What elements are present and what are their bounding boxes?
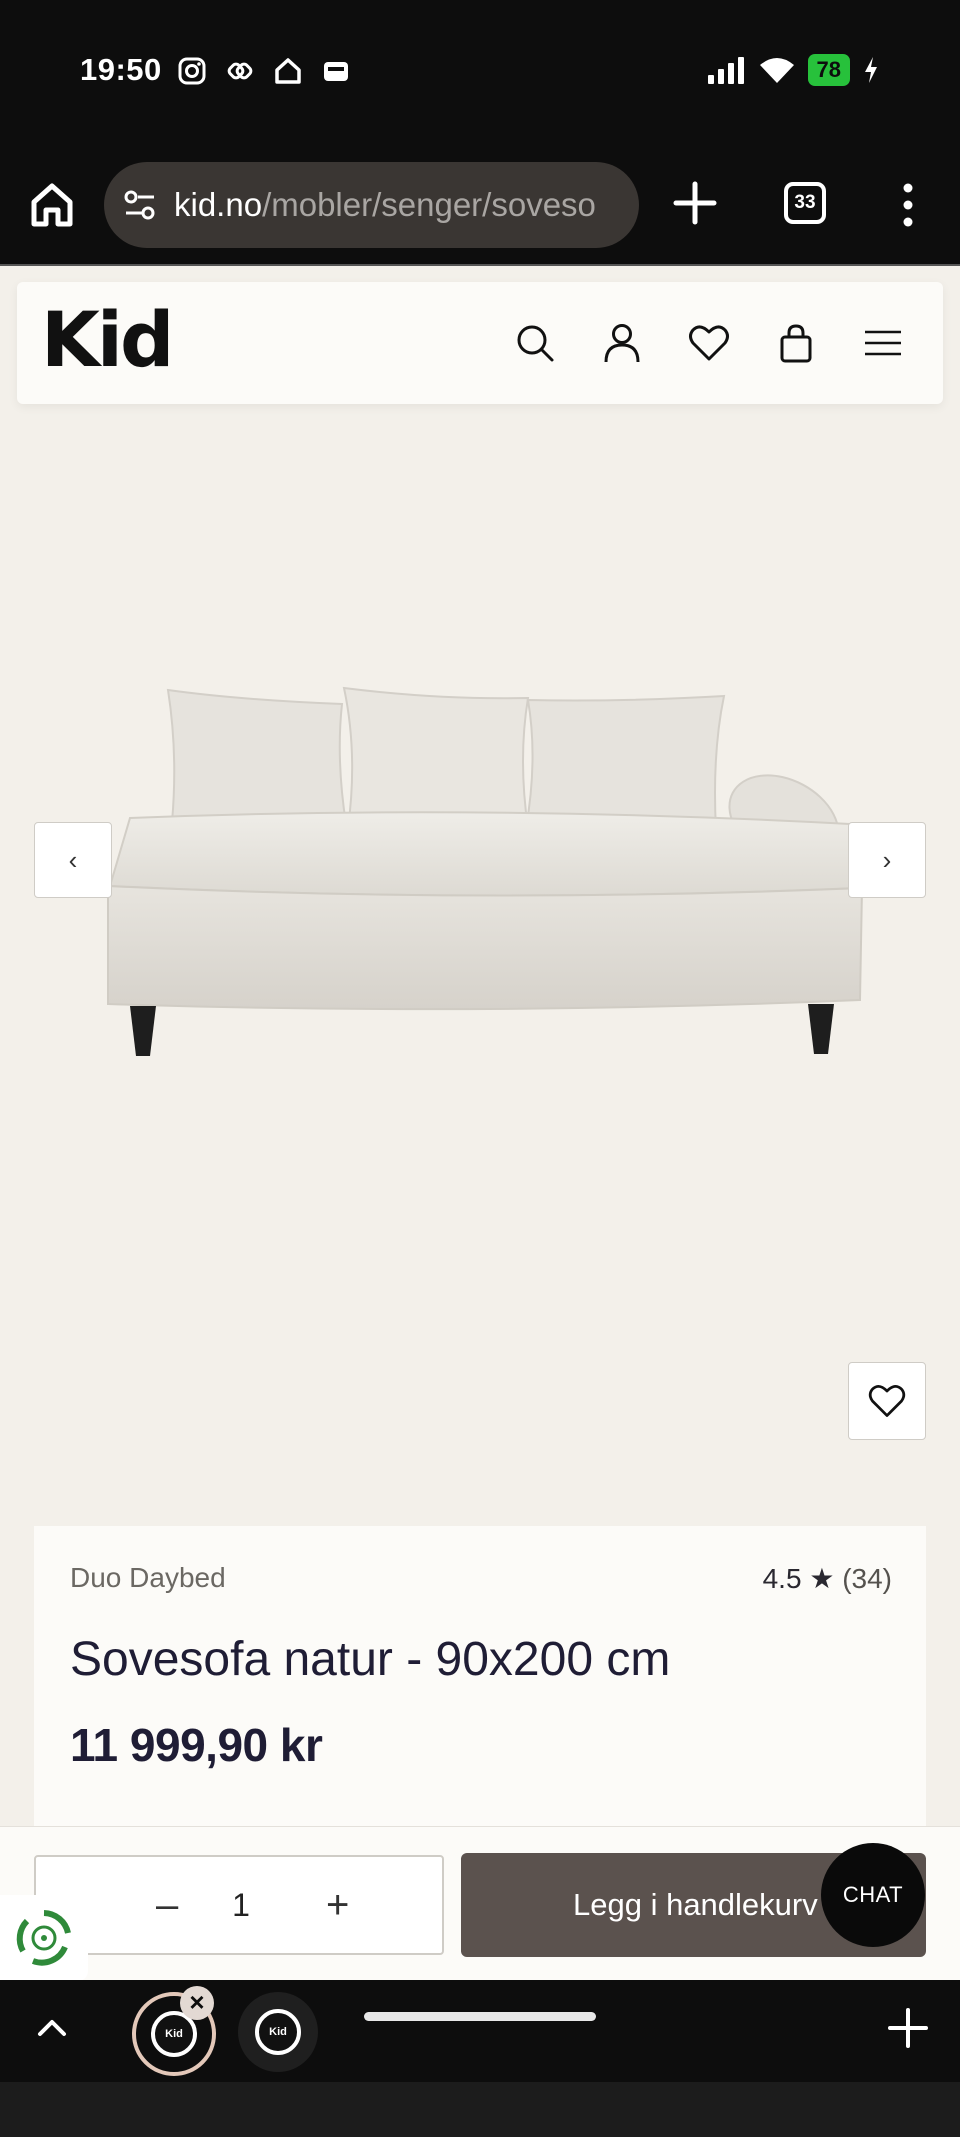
product-brand[interactable]: Duo Daybed: [70, 1562, 226, 1594]
gallery-next-button[interactable]: ›: [848, 822, 926, 898]
quantity-stepper: – 1 +: [34, 1855, 444, 1955]
browser-tab-strip: Kid × Kid: [0, 1980, 960, 2137]
cart-icon[interactable]: [774, 321, 818, 365]
product-price: 11 999,90 kr: [70, 1719, 323, 1771]
menu-icon[interactable]: [861, 321, 905, 365]
kid-favicon: Kid: [255, 2009, 301, 2055]
chat-button[interactable]: CHAT: [821, 1843, 925, 1947]
tab-switcher-button[interactable]: 33: [784, 182, 826, 224]
gesture-area: [0, 2082, 960, 2137]
new-tab-icon[interactable]: [672, 180, 718, 226]
status-notification-icons: [176, 55, 352, 87]
heart-icon: [868, 1385, 906, 1417]
close-tab-icon[interactable]: ×: [180, 1986, 214, 2020]
product-info-card: Duo Daybed 4.5 ★ (34) Sovesofa natur - 9…: [34, 1526, 926, 1826]
account-icon[interactable]: [600, 321, 644, 365]
wishlist-icon[interactable]: [687, 321, 731, 365]
kid-logo[interactable]: Kid: [41, 302, 174, 378]
product-rating[interactable]: 4.5 ★ (34): [763, 1562, 892, 1595]
gallery-prev-button[interactable]: ‹: [34, 822, 112, 898]
star-icon: ★: [809, 1563, 835, 1594]
recycle-icon: [16, 1910, 71, 1966]
add-tab-icon[interactable]: [886, 2006, 930, 2050]
browser-toolbar: kid.no/mobler/senger/soveso 33: [0, 150, 960, 266]
product-title: Sovesofa natur - 90x200 cm: [70, 1633, 671, 1686]
instagram-icon: [178, 57, 206, 85]
browser-menu-icon[interactable]: [890, 180, 926, 230]
status-bar: 19:50 78: [0, 0, 960, 150]
quantity-increase-button[interactable]: +: [326, 1883, 349, 1927]
status-system-icons: 78: [706, 54, 880, 86]
rating-count: (34): [842, 1563, 892, 1594]
eco-badge[interactable]: [0, 1895, 88, 1981]
chevron-up-icon[interactable]: [34, 2010, 70, 2046]
url-path: /mobler/senger/soveso: [262, 186, 596, 223]
wallet-icon: [324, 62, 348, 81]
search-icon[interactable]: [513, 321, 557, 365]
sticky-purchase-bar: – 1 + Legg i handlekurv CHAT: [0, 1826, 960, 1981]
site-header: Kid: [17, 282, 943, 404]
url-text: kid.no/mobler/senger/soveso: [174, 186, 596, 224]
quantity-value[interactable]: 1: [36, 1887, 446, 1924]
charging-icon: [865, 57, 877, 83]
home-app-icon: [275, 58, 301, 84]
status-time: 19:50: [80, 52, 162, 87]
browser-home-icon[interactable]: [30, 180, 74, 230]
add-to-wishlist-button[interactable]: [848, 1362, 926, 1440]
url-domain: kid.no: [174, 186, 263, 223]
rating-value: 4.5: [762, 1563, 802, 1594]
home-indicator[interactable]: [364, 2012, 596, 2021]
battery-icon: 78: [807, 54, 850, 86]
product-gallery: ‹ ›: [0, 404, 960, 1524]
link-app-icon: [227, 62, 253, 80]
site-settings-icon[interactable]: [122, 187, 158, 223]
wifi-icon: [759, 58, 794, 83]
product-image-daybed: [107, 686, 864, 1056]
add-to-cart-label: Legg i handlekurv: [573, 1887, 818, 1922]
tab-thumbnail[interactable]: Kid: [238, 1992, 318, 2072]
signal-icon: [707, 57, 744, 84]
address-bar[interactable]: kid.no/mobler/senger/soveso: [104, 162, 639, 248]
